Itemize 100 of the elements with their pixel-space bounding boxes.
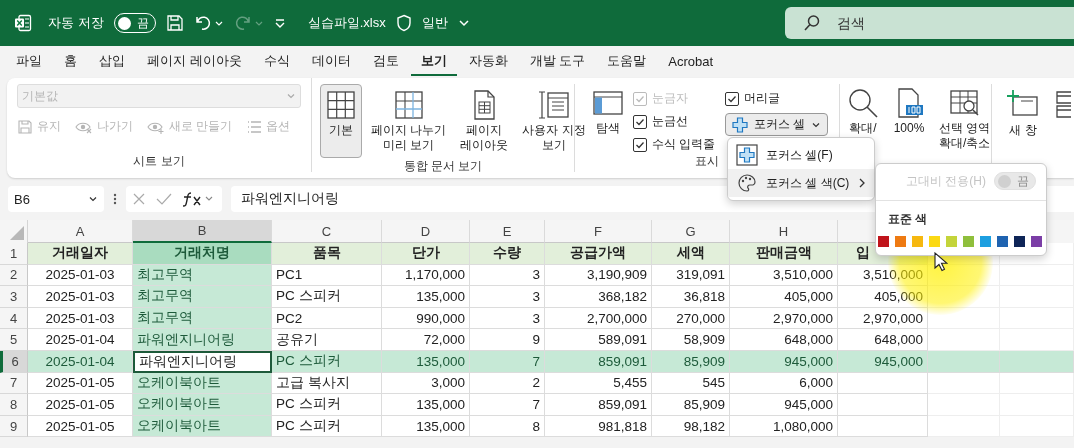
- ribbon-tab[interactable]: 도움말: [597, 48, 657, 76]
- row-header[interactable]: 8: [0, 394, 28, 416]
- table-cell: 3: [470, 307, 545, 330]
- table-cell: 오케이북아트: [133, 372, 272, 395]
- table-cell: 단가: [382, 243, 470, 265]
- name-box[interactable]: B6: [8, 186, 104, 212]
- table-cell: 3,000: [382, 372, 470, 395]
- focus-cell-button[interactable]: 포커스 셀: [725, 113, 829, 136]
- table-cell: 98,182: [652, 415, 730, 438]
- ribbon-tab[interactable]: 페이지 레이아웃: [137, 48, 252, 76]
- table-cell: 3: [470, 264, 545, 287]
- table-cell: 945,000: [730, 350, 838, 373]
- table-cell: PC 스피커: [272, 415, 382, 438]
- ribbon-tab[interactable]: 검토: [362, 48, 409, 76]
- group-title: 시트 보기: [132, 153, 186, 170]
- row-header[interactable]: 2: [0, 264, 28, 287]
- table-cell: PC2: [272, 307, 382, 330]
- table-cell: 2: [470, 372, 545, 395]
- table-cell: 오케이북아트: [133, 415, 272, 438]
- autosave-label: 자동 저장: [48, 14, 104, 32]
- table-cell: 3,190,909: [545, 264, 652, 287]
- column-header[interactable]: B: [133, 220, 272, 243]
- table-cell: 7: [470, 394, 545, 416]
- table-cell: 72,000: [382, 329, 470, 351]
- table-cell: 8: [470, 415, 545, 438]
- row-header[interactable]: 1: [0, 243, 28, 265]
- table-cell: PC1: [272, 264, 382, 287]
- table-cell: 945,000: [730, 394, 838, 416]
- table-cell: 1,080,000: [730, 415, 838, 438]
- table-cell: 최고무역: [133, 307, 272, 330]
- row-header[interactable]: 9: [0, 415, 28, 438]
- table-cell: 5,455: [545, 372, 652, 395]
- table-cell: 2,970,000: [838, 307, 928, 330]
- file-name: 실습파일.xlsx: [307, 14, 386, 32]
- table-cell: 최고무역: [133, 264, 272, 287]
- ribbon-tab[interactable]: 수식: [253, 48, 300, 76]
- table-cell: 3,510,000: [730, 264, 838, 287]
- table-cell: 405,000: [730, 286, 838, 308]
- table-cell: 7: [470, 350, 545, 373]
- menu-item[interactable]: 포커스 셀 색(C): [728, 169, 874, 197]
- table-cell: 368,182: [545, 286, 652, 308]
- ribbon-tab[interactable]: 파일: [6, 48, 52, 76]
- table-cell: 2,700,000: [545, 307, 652, 330]
- ribbon-tab[interactable]: 데이터: [301, 48, 361, 76]
- table-cell: 990,000: [382, 307, 470, 330]
- row-header[interactable]: 7: [0, 372, 28, 395]
- table-cell: 36,818: [652, 286, 730, 308]
- window-button[interactable]: 새 창: [1002, 84, 1044, 143]
- workbook-view-button[interactable]: 페이지 나누기 미리 보기: [366, 84, 452, 158]
- group-title: 통합 문서 보기: [402, 158, 484, 175]
- table-cell: 6,000: [730, 372, 838, 395]
- checkbox[interactable]: 머리글: [725, 90, 780, 107]
- table-cell: 파워엔지니어링: [133, 350, 272, 373]
- checkbox[interactable]: 눈금선: [633, 113, 721, 130]
- section-label: 표준 색: [887, 211, 929, 228]
- row-header[interactable]: 4: [0, 307, 28, 330]
- row-header[interactable]: 6: [0, 350, 28, 373]
- table-cell: 135,000: [382, 394, 470, 416]
- sensitivity-label[interactable]: 일반: [421, 14, 448, 32]
- table-cell: 859,091: [545, 350, 652, 373]
- table-cell: 3: [470, 286, 545, 308]
- row-header[interactable]: 5: [0, 329, 28, 351]
- table-cell: 판매금액: [730, 243, 838, 265]
- ribbon-tab[interactable]: 개발 도구: [519, 48, 596, 76]
- table-cell: PC 스피커: [272, 350, 382, 373]
- table-cell: 545: [652, 372, 730, 395]
- table-cell: 2,970,000: [730, 307, 838, 330]
- group-title: 표시: [695, 153, 719, 170]
- table-cell: 공급가액: [545, 243, 652, 265]
- table-cell: 고급 복사지: [272, 372, 382, 395]
- table-cell: 수량: [470, 243, 545, 265]
- table-cell: 648,000: [730, 329, 838, 351]
- search-field[interactable]: 검색: [785, 7, 1074, 39]
- table-cell: 270,000: [652, 307, 730, 330]
- table-cell: 2025-01-04: [28, 350, 133, 373]
- table-cell: 세액: [652, 243, 730, 265]
- ribbon-tab[interactable]: 자동화: [458, 48, 518, 76]
- table-cell: 945,000: [838, 350, 928, 373]
- table-cell: 58,909: [652, 329, 730, 351]
- ribbon-tab[interactable]: Acrobat: [658, 49, 724, 75]
- table-cell: 135,000: [382, 350, 470, 373]
- table-cell: 거래처명: [133, 243, 272, 265]
- ribbon-tab[interactable]: 삽입: [89, 48, 135, 76]
- table-cell: 135,000: [382, 286, 470, 308]
- table-cell: 파워엔지니어링: [133, 329, 272, 351]
- row-header[interactable]: 3: [0, 286, 28, 308]
- table-cell: 최고무역: [133, 286, 272, 308]
- zoom-button[interactable]: 선택 영역 확대/축소: [934, 84, 996, 156]
- ribbon-tab[interactable]: 보기: [410, 48, 457, 76]
- workbook-view-button[interactable]: 기본: [320, 84, 362, 158]
- table-cell: PC 스피커: [272, 286, 382, 308]
- table-cell: 85,909: [652, 350, 730, 373]
- zoom-button[interactable]: 100%: [888, 84, 930, 156]
- table-cell: 648,000: [838, 329, 928, 351]
- table-cell: 319,091: [652, 264, 730, 287]
- checkbox[interactable]: 수식 입력줄: [633, 136, 721, 153]
- ribbon-tab[interactable]: 홈: [54, 48, 87, 76]
- table-cell: 589,091: [545, 329, 652, 351]
- table-cell: 9: [470, 329, 545, 351]
- workbook-view-button[interactable]: 페이지 레이아웃: [455, 84, 514, 158]
